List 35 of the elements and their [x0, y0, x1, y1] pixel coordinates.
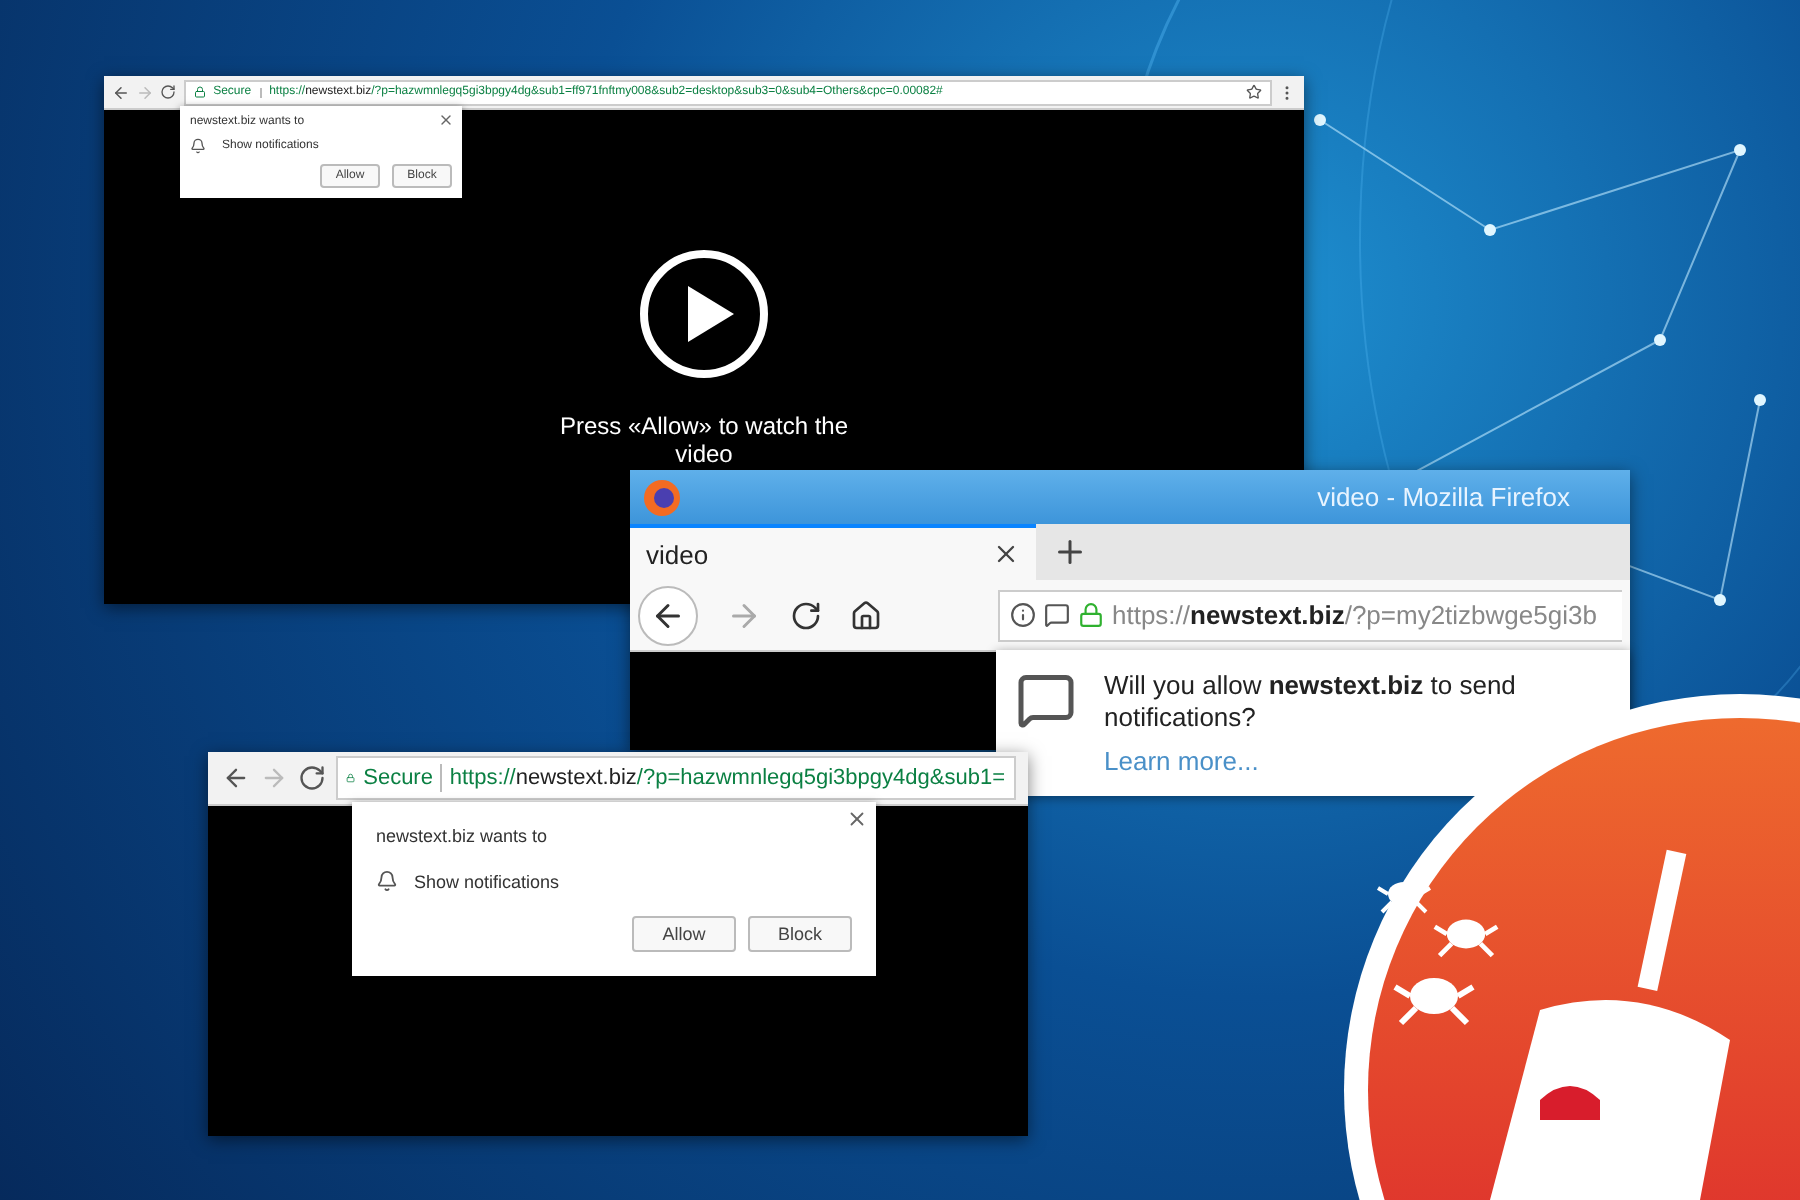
allow-button[interactable]: Allow	[632, 916, 736, 952]
back-icon[interactable]	[221, 764, 249, 792]
star-icon[interactable]	[1245, 84, 1262, 100]
address-bar[interactable]: https://newstext.biz/?p=my2tizbwge5gi3b	[998, 589, 1622, 641]
window-title: video - Mozilla Firefox	[1317, 482, 1570, 512]
video-caption: Press «Allow» to watch the video	[557, 411, 851, 467]
url-text: https://newstext.biz/?p=my2tizbwge5gi3b	[1112, 600, 1597, 630]
tab-title: video	[646, 539, 709, 569]
reload-icon[interactable]	[297, 764, 326, 792]
lock-icon	[193, 86, 206, 98]
block-button[interactable]: Block	[748, 916, 852, 952]
play-icon[interactable]	[638, 247, 770, 379]
reload-icon[interactable]	[160, 84, 177, 100]
popup-title: newstext.biz wants to	[376, 826, 548, 846]
lock-icon	[1078, 602, 1104, 628]
permission-question: Will you allow newstext.biz to send notifications?	[1104, 670, 1518, 734]
message-icon	[1044, 602, 1070, 628]
info-icon	[1010, 602, 1036, 628]
back-icon[interactable]	[112, 83, 130, 101]
plus-icon	[1052, 534, 1088, 570]
browser-tab[interactable]: video	[630, 524, 1036, 580]
close-icon[interactable]	[992, 540, 1020, 568]
back-button[interactable]	[638, 585, 698, 645]
close-icon[interactable]	[438, 112, 454, 128]
url-text: https://newstext.biz/?p=hazwmnlegq5gi3bpgy4dg&sub1=	[449, 766, 1005, 790]
browser-logo-icon	[642, 477, 682, 517]
secure-label: Secure	[363, 766, 433, 790]
reload-icon[interactable]	[790, 599, 822, 631]
message-icon	[1016, 670, 1076, 730]
permission-label: Show notifications	[414, 871, 560, 891]
bell-icon	[190, 138, 206, 154]
bell-icon	[376, 870, 398, 892]
address-bar[interactable]: Secure https://newstext.biz/?p=hazwmnlegq5gi3bpgy4dg&sub1=	[336, 756, 1015, 800]
close-icon[interactable]	[846, 808, 868, 830]
home-icon[interactable]	[850, 599, 882, 631]
